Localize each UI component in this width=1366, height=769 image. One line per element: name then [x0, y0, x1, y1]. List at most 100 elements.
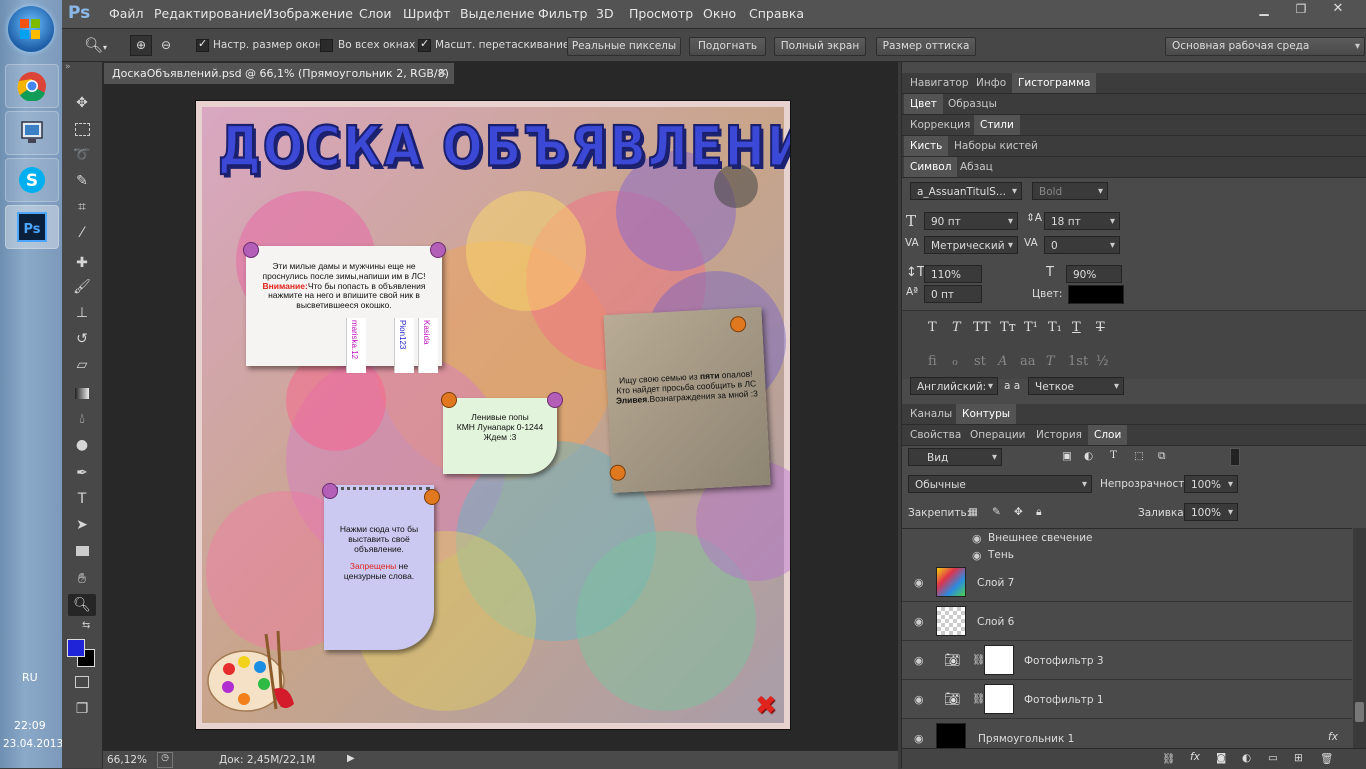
document-tab[interactable]: ДоскаОбъявлений.psd @ 66,1% (Прямоугольн… [103, 62, 455, 84]
zoom-level[interactable]: 66,12% [107, 754, 147, 766]
link-layers-icon[interactable]: ⛓ [1162, 752, 1175, 765]
tab-brush-presets[interactable]: Наборы кистей [954, 140, 1038, 152]
tab-character[interactable]: Символ [904, 157, 958, 177]
workspace-dropdown[interactable]: Основная рабочая среда [1165, 37, 1365, 56]
horizontal-scale-input[interactable]: 90% [1066, 265, 1122, 283]
add-mask-icon[interactable]: ◙ [1216, 752, 1226, 764]
menu-3d[interactable]: 3D [596, 6, 614, 21]
eye-icon[interactable]: ◉ [914, 654, 924, 667]
clock-time[interactable]: 22:09 [14, 719, 46, 732]
all-caps-icon[interactable]: TT [973, 320, 991, 335]
layer-row[interactable]: ◉ 📷︎ ⛓ Фотофильтр 3 [902, 641, 1352, 680]
lasso-tool-icon[interactable]: ➰ [68, 144, 96, 166]
eye-icon[interactable]: ◉ [914, 693, 924, 706]
path-selection-tool-icon[interactable]: ➤ [68, 514, 96, 536]
layers-scrollbar[interactable] [1353, 528, 1366, 748]
filter-toggle-switch[interactable] [1230, 448, 1240, 466]
dodge-tool-icon[interactable]: ● [68, 434, 96, 456]
tear-tab-mariska[interactable]: mariska.12 [346, 318, 366, 373]
fractions-icon[interactable]: ½ [1096, 354, 1109, 369]
zoom-tool-preset-icon[interactable]: 🔍︎▾ [84, 36, 107, 54]
menu-type[interactable]: Шрифт [403, 6, 450, 21]
tab-channels[interactable]: Каналы [910, 408, 952, 420]
menu-help[interactable]: Справка [749, 6, 804, 21]
type-tool-icon[interactable]: T [68, 488, 96, 510]
faux-bold-icon[interactable]: T [928, 320, 937, 335]
lock-image-icon[interactable]: ✎ [992, 506, 1001, 518]
swash-icon[interactable]: A [998, 354, 1007, 369]
taskbar-chrome[interactable] [5, 64, 59, 108]
fill-input[interactable]: 100% [1184, 503, 1238, 522]
healing-brush-tool-icon[interactable]: ✚ [68, 252, 96, 274]
new-layer-icon[interactable]: ⊞ [1294, 752, 1303, 764]
filter-shape-icon[interactable]: ⬚ [1134, 450, 1144, 462]
font-style-select[interactable]: Bold [1032, 182, 1108, 201]
discretionary-ligatures-icon[interactable]: st [974, 354, 986, 369]
clock-date[interactable]: 23.04.2013 [3, 738, 63, 750]
swap-colors-icon[interactable]: ⇆ [82, 620, 90, 631]
zoom-tool-icon[interactable]: 🔍︎ [68, 594, 96, 616]
note-mint[interactable]: Ленивые попы КМН Лунапарк 0-1244 Ждем :3 [441, 392, 563, 474]
layer-mask-thumbnail[interactable] [984, 684, 1014, 714]
strikethrough-icon[interactable]: T [1096, 320, 1105, 335]
titling-alternates-icon[interactable]: T [1046, 354, 1055, 369]
add-style-icon[interactable]: fx [1190, 751, 1200, 763]
quick-selection-tool-icon[interactable]: ✎ [68, 170, 96, 192]
blend-mode-select[interactable]: Обычные [908, 475, 1092, 494]
layer-fx-icon[interactable]: fx [1328, 731, 1338, 743]
quick-mask-icon[interactable] [68, 671, 96, 693]
eye-icon[interactable]: ◉ [914, 615, 924, 628]
tracking-input[interactable]: 0 [1044, 236, 1120, 255]
close-window-button[interactable]: ✕ [1324, 1, 1352, 17]
stylistic-alternates-icon[interactable]: aa [1020, 354, 1036, 369]
screen-mode-icon[interactable]: ❐ [68, 698, 96, 720]
eraser-tool-icon[interactable]: ▱ [68, 354, 96, 376]
toolbar-collapse-icon[interactable]: » [65, 62, 71, 72]
zoom-in-icon[interactable]: ⊕ [130, 35, 152, 56]
menu-view[interactable]: Просмотр [629, 6, 693, 21]
opacity-input[interactable]: 100% [1184, 475, 1238, 494]
layer-mask-thumbnail[interactable] [984, 645, 1014, 675]
actual-pixels-button[interactable]: Реальные пикселы [567, 37, 681, 56]
eye-icon[interactable]: ◉ [972, 532, 982, 545]
scrollbar-thumb[interactable] [1355, 702, 1364, 722]
crop-tool-icon[interactable]: ⌗ [68, 196, 96, 218]
zoom-out-icon[interactable]: ⊖ [156, 36, 176, 55]
brush-tool-icon[interactable]: 🖌︎ [68, 276, 96, 298]
delete-layer-icon[interactable]: 🗑︎ [1320, 752, 1333, 765]
tab-styles[interactable]: Стили [974, 115, 1020, 135]
tab-swatches[interactable]: Образцы [948, 98, 997, 110]
board-title[interactable]: ДОСКА ОБЪЯВЛЕНИЙ [217, 114, 790, 181]
language-indicator[interactable]: RU [22, 671, 38, 684]
pen-tool-icon[interactable]: ✒ [68, 462, 96, 484]
eye-icon[interactable]: ◉ [914, 576, 924, 589]
status-menu-arrow-icon[interactable]: ▶ [347, 753, 355, 764]
tear-tab-pion[interactable]: Pion123 [394, 318, 414, 373]
eye-icon[interactable]: ◉ [972, 549, 982, 562]
hand-tool-icon[interactable]: ✋︎ [68, 568, 96, 590]
filter-type-icon[interactable]: T [1110, 449, 1117, 461]
blur-tool-icon[interactable]: 💧︎ [68, 408, 96, 430]
lock-all-icon[interactable]: 🔒︎ [1036, 506, 1042, 519]
tab-paths[interactable]: Контуры [956, 404, 1017, 424]
baseline-shift-input[interactable]: 0 пт [924, 285, 982, 303]
tab-color[interactable]: Цвет [904, 94, 943, 114]
small-caps-icon[interactable]: Tт [1000, 320, 1016, 335]
menu-file[interactable]: Файл [109, 6, 144, 21]
minimize-button[interactable]: ▁ [1252, 2, 1276, 16]
vertical-scale-input[interactable]: 110% [924, 265, 982, 283]
menu-filter[interactable]: Фильтр [538, 6, 587, 21]
gradient-tool-icon[interactable] [68, 382, 96, 404]
tab-brush[interactable]: Кисть [904, 136, 949, 156]
lock-position-icon[interactable]: ✥ [1014, 506, 1023, 518]
tab-actions[interactable]: Операции [970, 429, 1025, 441]
history-brush-tool-icon[interactable]: ↺ [68, 328, 96, 350]
status-info-icon[interactable]: ◷ [157, 752, 173, 768]
new-adjustment-icon[interactable]: ◐ [1242, 752, 1251, 764]
full-screen-button[interactable]: Полный экран [774, 37, 866, 56]
font-size-input[interactable]: 90 пт [924, 212, 1018, 231]
menu-select[interactable]: Выделение [460, 6, 534, 21]
leading-input[interactable]: 18 пт [1044, 212, 1120, 231]
restore-button[interactable]: ❐ [1289, 2, 1313, 16]
effect-outer-glow[interactable]: Внешнее свечение [988, 532, 1093, 544]
